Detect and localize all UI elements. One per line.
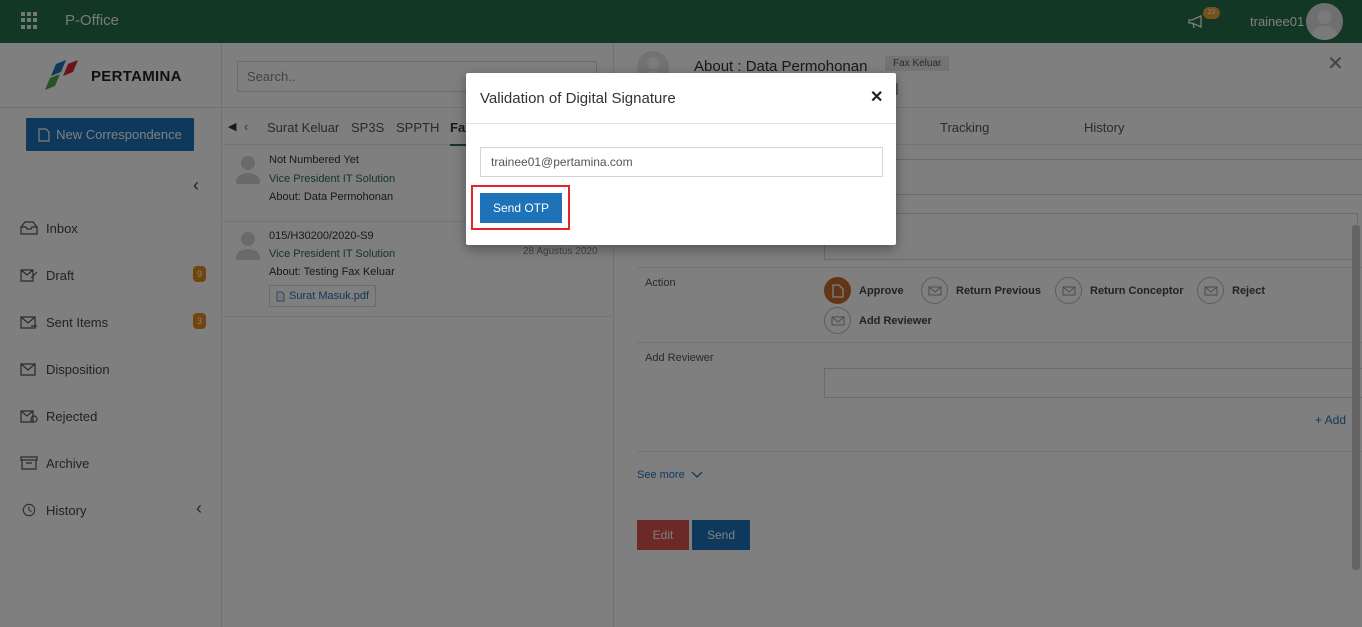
- modal-title: Validation of Digital Signature: [480, 90, 676, 107]
- divider: [466, 123, 896, 124]
- send-otp-button[interactable]: Send OTP: [480, 193, 562, 223]
- email-field[interactable]: trainee01@pertamina.com: [480, 147, 883, 177]
- digital-signature-modal: Validation of Digital Signature ✕ traine…: [466, 73, 896, 245]
- close-icon[interactable]: ✕: [870, 87, 883, 107]
